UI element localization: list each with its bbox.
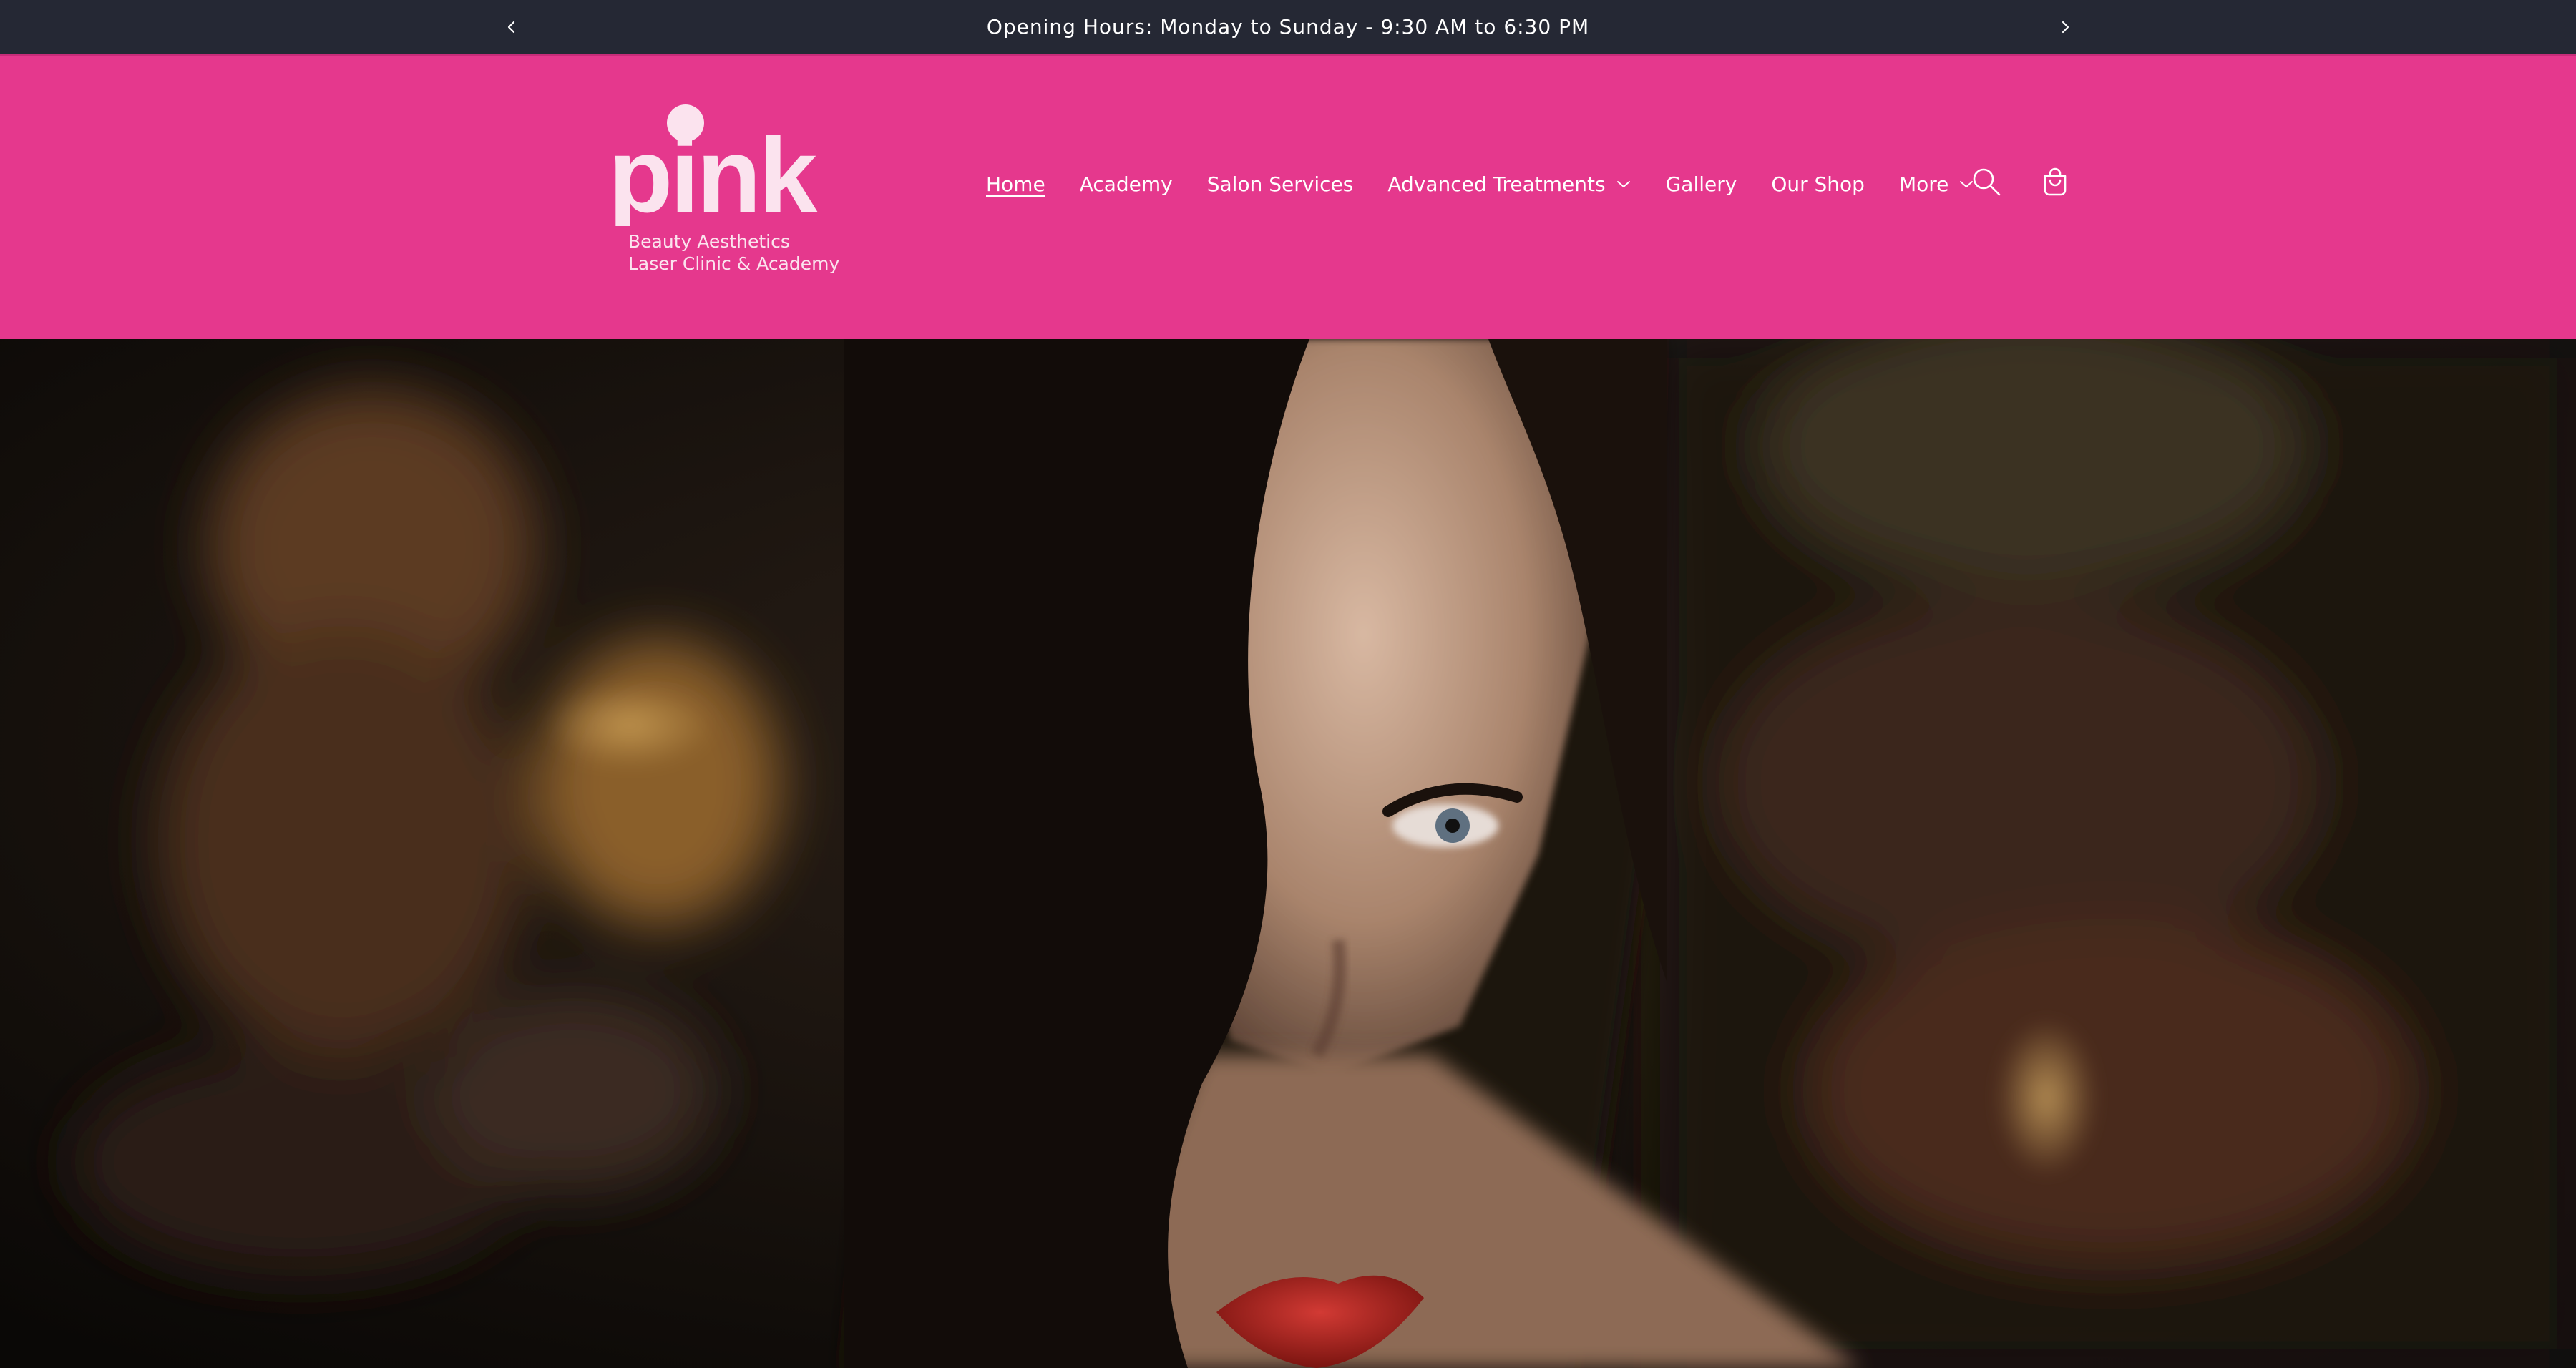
nav-item-label: Gallery [1665, 172, 1737, 196]
search-button[interactable] [1966, 162, 2006, 202]
nav-item-home[interactable]: Home [986, 169, 1045, 200]
logo-tagline-line2: Laser Clinic & Academy [628, 253, 840, 274]
nav-item-label: Salon Services [1206, 172, 1354, 196]
cart-icon [2044, 167, 2067, 196]
hero-image [0, 339, 2576, 1368]
header-icons [1966, 162, 2075, 202]
nav-item-label: Our Shop [1771, 172, 1865, 196]
nav-item-label: Academy [1079, 172, 1173, 196]
chevron-down-icon [1616, 180, 1631, 190]
nav-item-our-shop[interactable]: Our Shop [1771, 169, 1865, 200]
logo-tagline: Beauty Aesthetics Laser Clinic & Academy [628, 230, 839, 275]
search-icon [1973, 168, 2001, 196]
announcement-next-button[interactable] [2051, 13, 2079, 41]
cart-button[interactable] [2035, 162, 2075, 202]
nav-item-label: More [1898, 172, 1949, 196]
site-logo[interactable]: pink Beauty Aesthetics Laser Clinic & Ac… [607, 104, 839, 283]
nav-item-advanced-treatments[interactable]: Advanced Treatments [1387, 169, 1631, 200]
logo-tagline-line1: Beauty Aesthetics [628, 231, 790, 252]
logo-wordmark: pink [608, 104, 821, 226]
nav-item-more[interactable]: More [1899, 169, 1974, 200]
main-nav: Home Academy Salon Services Advanced Tre… [986, 169, 1974, 200]
nav-item-salon-services[interactable]: Salon Services [1207, 169, 1354, 200]
announcement-text: Opening Hours: Monday to Sunday - 9:30 A… [986, 15, 1590, 39]
nav-item-gallery[interactable]: Gallery [1666, 169, 1737, 200]
nav-item-label: Advanced Treatments [1387, 172, 1606, 196]
chevron-right-icon [2062, 21, 2069, 34]
hero-banner [0, 339, 2576, 1368]
nav-item-label: Home [986, 172, 1045, 196]
announcement-bar: Opening Hours: Monday to Sunday - 9:30 A… [0, 0, 2576, 54]
logo-wordmark-text: pink [608, 117, 818, 226]
nav-item-academy[interactable]: Academy [1080, 169, 1173, 200]
site-header: pink Beauty Aesthetics Laser Clinic & Ac… [0, 54, 2576, 339]
